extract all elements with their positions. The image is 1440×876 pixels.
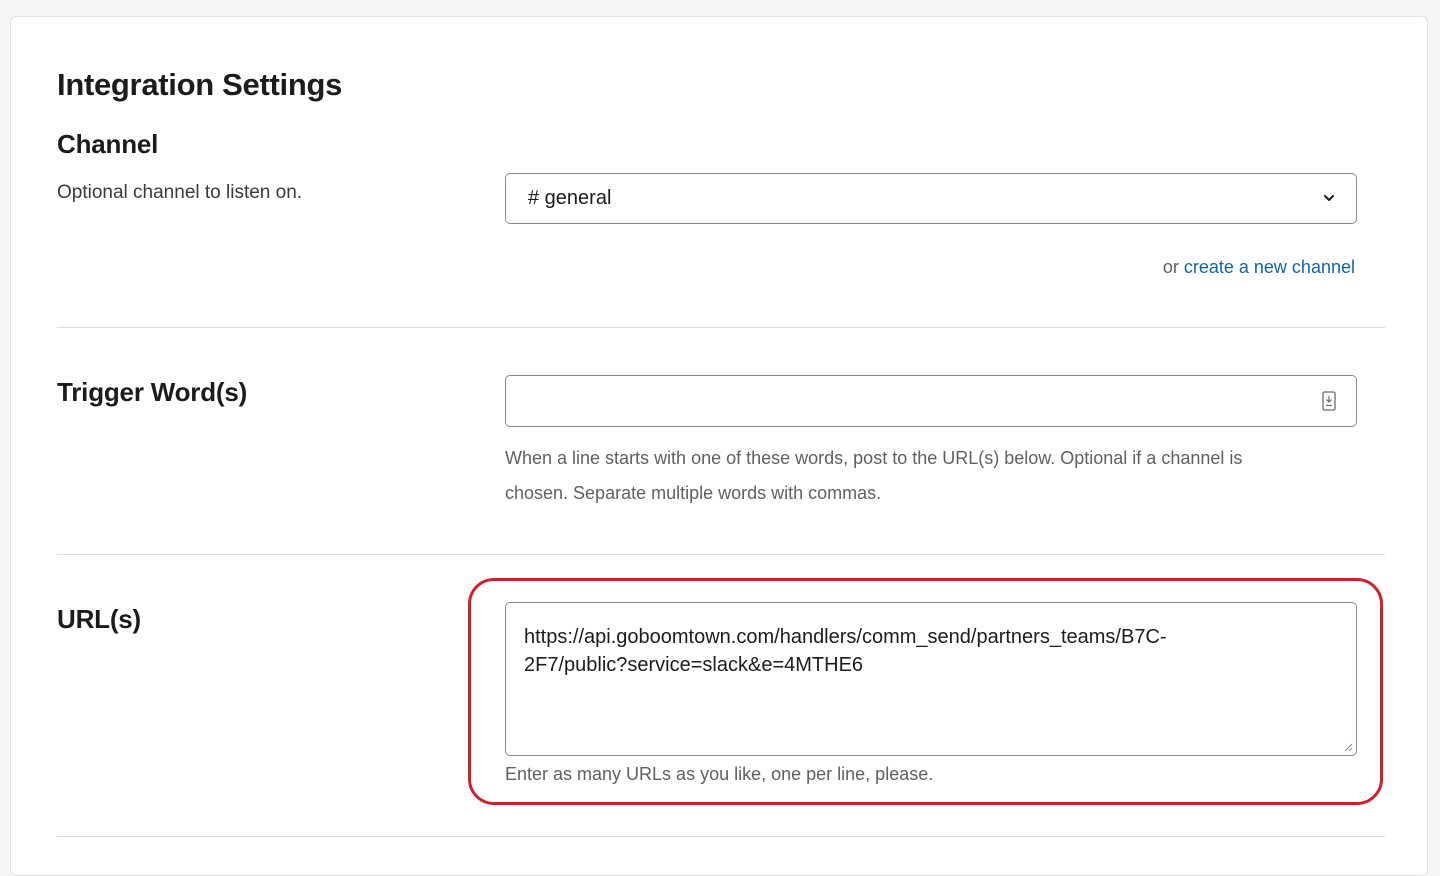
section-divider bbox=[57, 554, 1385, 555]
channel-select[interactable]: # general bbox=[505, 173, 1357, 224]
urls-help: Enter as many URLs as you like, one per … bbox=[505, 764, 934, 784]
resize-handle-icon[interactable] bbox=[1343, 742, 1353, 752]
trigger-words-help-line2: chosen. Separate multiple words with com… bbox=[505, 483, 882, 503]
create-channel-row: or create a new channel bbox=[1163, 257, 1355, 278]
urls-value-line1: https://api.goboomtown.com/handlers/comm… bbox=[524, 626, 1167, 648]
trigger-words-input[interactable] bbox=[505, 375, 1357, 427]
trigger-words-heading: Trigger Word(s) bbox=[57, 377, 248, 407]
chevron-down-icon bbox=[1324, 195, 1334, 201]
create-channel-prefix: or bbox=[1162, 257, 1179, 277]
section-divider bbox=[57, 327, 1385, 328]
channel-select-value: # general bbox=[528, 187, 612, 209]
trigger-words-help-line1: When a line starts with one of these wor… bbox=[505, 448, 1243, 468]
integration-settings-card: Integration Settings Channel Optional ch… bbox=[10, 16, 1428, 876]
trigger-words-help: When a line starts with one of these wor… bbox=[505, 441, 1365, 511]
page-title: Integration Settings bbox=[57, 67, 343, 102]
urls-heading: URL(s) bbox=[57, 604, 142, 634]
create-channel-link[interactable]: create a new channel bbox=[1184, 257, 1355, 277]
urls-value-line2: 2F7/public?service=slack&e=4MTHE6 bbox=[524, 654, 864, 676]
section-divider bbox=[57, 836, 1385, 837]
channel-heading: Channel bbox=[57, 129, 159, 159]
autofill-icon[interactable] bbox=[1322, 391, 1336, 411]
urls-textarea[interactable]: https://api.goboomtown.com/handlers/comm… bbox=[505, 602, 1357, 756]
channel-description: Optional channel to listen on. bbox=[57, 182, 303, 203]
urls-textarea-value: https://api.goboomtown.com/handlers/comm… bbox=[524, 623, 1324, 679]
